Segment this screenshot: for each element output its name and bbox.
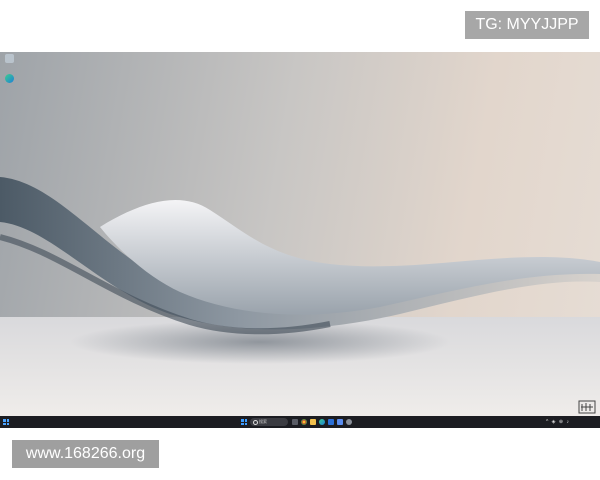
desktop-icon-recycle-bin[interactable] [2,54,16,63]
system-tray-icons[interactable]: ^ ◈ ⊕ ♪ [546,419,570,425]
settings-icon[interactable] [346,419,352,425]
website-watermark: www.168266.org [12,440,159,468]
corner-logo-icon [578,400,596,414]
search-icon [253,420,258,425]
windows-start-icon[interactable] [241,419,247,425]
wallpaper [0,177,600,428]
search-placeholder: 搜索 [259,419,267,424]
chrome-icon[interactable] [301,419,307,425]
store-icon[interactable] [337,419,343,425]
file-explorer-icon[interactable] [310,419,316,425]
telegram-watermark: TG: MYYJJPP [465,11,589,39]
recycle-bin-icon [4,54,14,63]
edge-icon[interactable] [319,419,325,425]
taskbar: 搜索 ^ ◈ ⊕ ♪ [0,416,600,428]
edge-browser-icon [4,74,14,83]
task-view-icon[interactable] [292,419,298,425]
taskbar-search-box[interactable]: 搜索 [250,418,288,426]
widgets-button[interactable] [3,419,9,425]
desktop-screen[interactable] [0,52,600,428]
desktop-icon-edge[interactable] [2,74,16,83]
word-icon[interactable] [328,419,334,425]
